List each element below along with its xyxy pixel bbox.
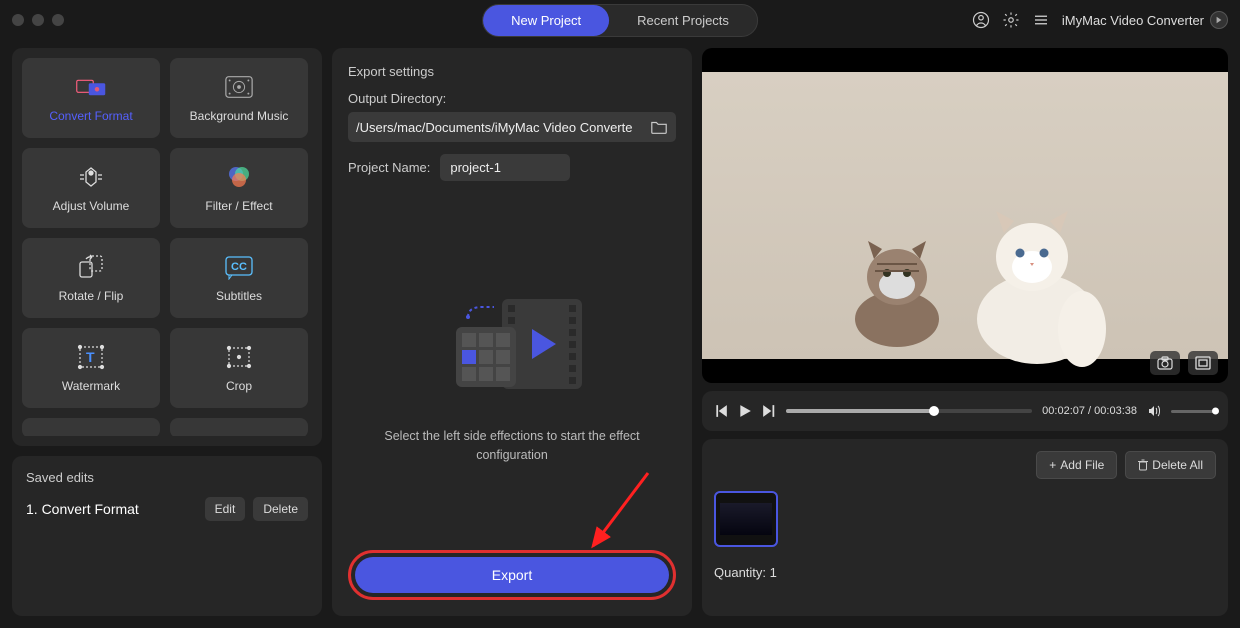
preview-subject-1	[842, 229, 952, 349]
add-file-button[interactable]: +Add File	[1036, 451, 1117, 479]
tool-label: Rotate / Flip	[59, 289, 124, 303]
output-directory-field[interactable]: /Users/mac/Documents/iMyMac Video Conver…	[348, 112, 676, 142]
minimize-window-button[interactable]	[32, 14, 44, 26]
next-button[interactable]	[762, 404, 776, 418]
tab-recent-projects[interactable]: Recent Projects	[609, 5, 757, 36]
tool-extra-1[interactable]	[22, 418, 160, 436]
tool-background-music[interactable]: Background Music	[170, 58, 308, 138]
export-title: Export settings	[348, 64, 676, 79]
file-thumbnail[interactable]	[714, 491, 778, 547]
settings-icon[interactable]	[1002, 11, 1020, 29]
menu-icon[interactable]	[1032, 11, 1050, 29]
fullscreen-button[interactable]	[1188, 351, 1218, 375]
output-directory-label: Output Directory:	[348, 91, 676, 106]
tool-subtitles[interactable]: CC Subtitles	[170, 238, 308, 318]
crop-icon	[224, 343, 254, 371]
preview-subject-2	[962, 199, 1112, 369]
tool-adjust-volume[interactable]: Adjust Volume	[22, 148, 160, 228]
saved-edits-panel: Saved edits 1. Convert Format Edit Delet…	[12, 456, 322, 616]
tab-new-project[interactable]: New Project	[483, 5, 609, 36]
export-hint-text: Select the left side effections to start…	[348, 427, 676, 465]
tool-extra-2[interactable]	[170, 418, 308, 436]
saved-edit-label: 1. Convert Format	[26, 501, 197, 517]
player-controls: 00:02:07 / 00:03:38	[702, 391, 1228, 431]
tool-watermark[interactable]: T Watermark	[22, 328, 160, 408]
volume-icon	[76, 163, 106, 191]
video-frame	[702, 72, 1228, 359]
svg-text:CC: CC	[231, 261, 247, 273]
tool-label: Filter / Effect	[205, 199, 272, 213]
volume-slider[interactable]	[1171, 410, 1216, 413]
music-icon	[224, 73, 254, 101]
project-name-field[interactable]: project-1	[440, 154, 570, 181]
titlebar: New Project Recent Projects iMyMac Video…	[0, 0, 1240, 40]
tool-rotate-flip[interactable]: Rotate / Flip	[22, 238, 160, 318]
convert-format-icon	[76, 73, 106, 101]
close-window-button[interactable]	[12, 14, 24, 26]
tool-filter-effect[interactable]: Filter / Effect	[170, 148, 308, 228]
project-name-label: Project Name:	[348, 160, 430, 175]
tool-label: Subtitles	[216, 289, 262, 303]
maximize-window-button[interactable]	[52, 14, 64, 26]
tool-panel: Convert Format Background Music Adjust V…	[12, 48, 322, 446]
export-button-highlight: Export	[348, 550, 676, 600]
folder-icon[interactable]	[650, 118, 668, 136]
saved-edit-row: 1. Convert Format Edit Delete	[26, 497, 308, 521]
brand-play-icon	[1210, 11, 1228, 29]
tool-label: Watermark	[62, 379, 120, 393]
rotate-icon	[76, 253, 106, 281]
progress-bar[interactable]	[786, 409, 1032, 413]
tool-crop[interactable]: Crop	[170, 328, 308, 408]
tool-convert-format[interactable]: Convert Format	[22, 58, 160, 138]
delete-button[interactable]: Delete	[253, 497, 308, 521]
volume-icon[interactable]	[1147, 404, 1161, 418]
snapshot-button[interactable]	[1150, 351, 1180, 375]
window-controls	[12, 14, 64, 26]
file-panel: +Add File Delete All Quantity: 1	[702, 439, 1228, 616]
tool-label: Background Music	[190, 109, 289, 123]
tool-label: Crop	[226, 379, 252, 393]
saved-edits-title: Saved edits	[26, 470, 308, 485]
video-preview[interactable]	[702, 48, 1228, 383]
brand-label: iMyMac Video Converter	[1062, 11, 1228, 29]
tool-label: Adjust Volume	[53, 199, 130, 213]
export-panel: Export settings Output Directory: /Users…	[332, 48, 692, 616]
prev-button[interactable]	[714, 404, 728, 418]
export-illustration	[432, 287, 592, 407]
project-tabs: New Project Recent Projects	[482, 4, 758, 37]
subtitles-icon: CC	[224, 253, 254, 281]
tool-label: Convert Format	[49, 109, 132, 123]
quantity-label: Quantity: 1	[714, 565, 1216, 580]
account-icon[interactable]	[972, 11, 990, 29]
edit-button[interactable]: Edit	[205, 497, 246, 521]
delete-all-button[interactable]: Delete All	[1125, 451, 1216, 479]
svg-text:T: T	[86, 349, 95, 365]
play-button[interactable]	[738, 404, 752, 418]
filter-icon	[224, 163, 254, 191]
export-button[interactable]: Export	[355, 557, 669, 593]
time-display: 00:02:07 / 00:03:38	[1042, 405, 1137, 417]
watermark-icon: T	[76, 343, 106, 371]
